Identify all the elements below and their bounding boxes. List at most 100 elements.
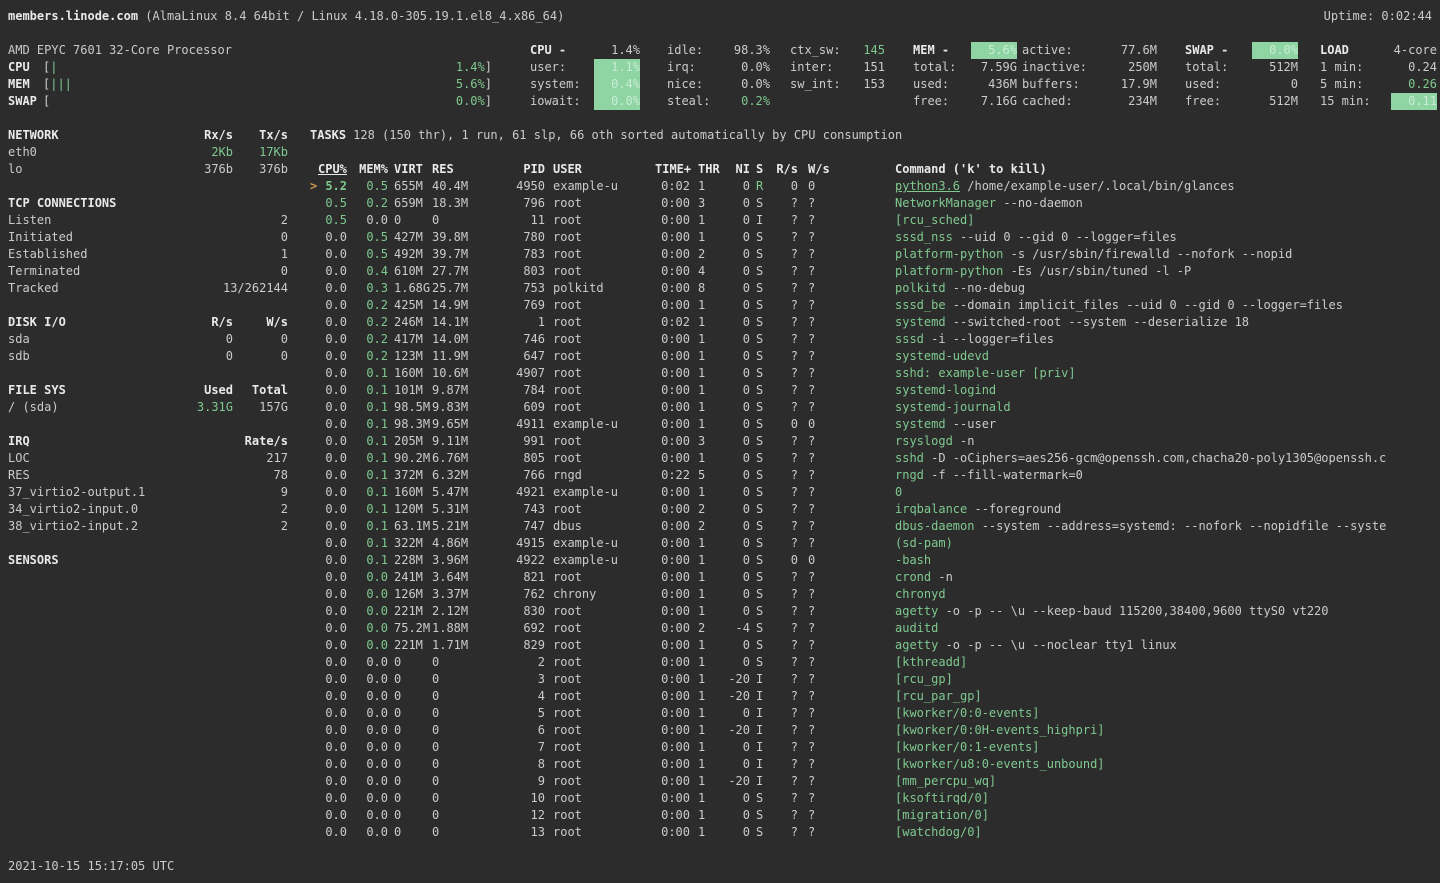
command-name: crond bbox=[895, 569, 931, 586]
cell-virt: 0 bbox=[388, 807, 432, 824]
cell-time: 0:00 bbox=[655, 620, 690, 637]
cell-state: S bbox=[750, 246, 768, 263]
cell-cpu: 0.5 bbox=[318, 195, 347, 212]
cell-state: S bbox=[750, 518, 768, 535]
cell-res: 9.83M bbox=[432, 399, 480, 416]
cell-pid: 829 bbox=[480, 637, 545, 654]
cell-time: 0:00 bbox=[655, 331, 690, 348]
cell-command: crond -n bbox=[826, 569, 1440, 586]
cell-command: NetworkManager --no-daemon bbox=[826, 195, 1440, 212]
cell-virt: 492M bbox=[388, 246, 432, 263]
cell-thr: 1 bbox=[690, 399, 723, 416]
header-4: PID bbox=[480, 161, 545, 178]
cell-cpu: 0.0 bbox=[318, 671, 347, 688]
stat-row: user:1.1% bbox=[530, 59, 640, 76]
cell-time: 0:00 bbox=[655, 705, 690, 722]
cell-pid: 4 bbox=[480, 688, 545, 705]
cell-mem: 0.4 bbox=[347, 263, 388, 280]
stat-row: ctx_sw:145 bbox=[790, 42, 885, 59]
cell-mem: 0.1 bbox=[347, 518, 388, 535]
command-name: sssd_be bbox=[895, 297, 946, 314]
sidebar-row-name: 34_virtio2-input.0 bbox=[8, 501, 173, 518]
cell-rs: ? bbox=[768, 467, 798, 484]
mem-gauge: MEM[|||5.6%] bbox=[8, 76, 492, 93]
cell-user: root bbox=[545, 365, 655, 382]
mem-gauge-label: MEM bbox=[8, 76, 43, 93]
stat-label: 5 min: bbox=[1320, 76, 1363, 93]
cell-rs: ? bbox=[768, 807, 798, 824]
sort-cursor: > bbox=[310, 178, 318, 195]
cell-command: systemd --switched-root --system --deser… bbox=[826, 314, 1440, 331]
cell-mem: 0.5 bbox=[347, 246, 388, 263]
cell-state: I bbox=[750, 671, 768, 688]
cell-mem: 0.1 bbox=[347, 501, 388, 518]
cell-state: S bbox=[750, 484, 768, 501]
cell-ws: ? bbox=[798, 756, 826, 773]
command-name: [kworker/0:0H-events_highpri] bbox=[895, 722, 1105, 739]
cell-ni: 0 bbox=[723, 756, 750, 773]
cell-pid: 753 bbox=[480, 280, 545, 297]
command-args: -i --logger=files bbox=[924, 331, 1054, 348]
cell-virt: 221M bbox=[388, 603, 432, 620]
cell-command: systemd-udevd bbox=[826, 348, 1440, 365]
cell-ni: 0 bbox=[723, 229, 750, 246]
cell-pid: 4911 bbox=[480, 416, 545, 433]
sidebar-row-value1 bbox=[163, 280, 223, 297]
cell-virt: 120M bbox=[388, 501, 432, 518]
cell-command: rsyslogd -n bbox=[826, 433, 1440, 450]
cell-ni: 0 bbox=[723, 212, 750, 229]
sidebar-row: 37_virtio2-output.19 bbox=[8, 484, 288, 501]
cell-ni: -20 bbox=[723, 722, 750, 739]
command-name: sssd bbox=[895, 331, 924, 348]
cell-pid: 9 bbox=[480, 773, 545, 790]
cell-ni: -4 bbox=[723, 620, 750, 637]
cell-command: dbus-daemon --system --address=systemd: … bbox=[826, 518, 1440, 535]
cell-user: root bbox=[545, 433, 655, 450]
cell-res: 0 bbox=[432, 654, 480, 671]
command-args: -n bbox=[931, 569, 953, 586]
sort-cursor bbox=[310, 331, 318, 348]
cell-command: (sd-pam) bbox=[826, 535, 1440, 552]
cell-ni: 0 bbox=[723, 246, 750, 263]
cell-pid: 743 bbox=[480, 501, 545, 518]
cell-ws: ? bbox=[798, 654, 826, 671]
stat-value: 512M bbox=[1269, 59, 1298, 76]
sort-cursor bbox=[310, 229, 318, 246]
cell-mem: 0.1 bbox=[347, 365, 388, 382]
sidebar-section-title: SENSORS bbox=[8, 552, 288, 569]
cell-ws: ? bbox=[798, 518, 826, 535]
section-col1-header: R/s bbox=[173, 314, 233, 331]
stat-label: ctx_sw: bbox=[790, 42, 841, 59]
cell-user: polkitd bbox=[545, 280, 655, 297]
cell-time: 0:00 bbox=[655, 297, 690, 314]
cell-ws: ? bbox=[798, 382, 826, 399]
cell-rs: ? bbox=[768, 671, 798, 688]
cell-pid: 647 bbox=[480, 348, 545, 365]
cell-rs: ? bbox=[768, 620, 798, 637]
process-row: 0.50.2659M18.3M796root0:0030S??NetworkMa… bbox=[310, 195, 1440, 212]
cell-mem: 0.2 bbox=[347, 195, 388, 212]
cell-pid: 803 bbox=[480, 263, 545, 280]
cell-ni: 0 bbox=[723, 195, 750, 212]
cell-state: I bbox=[750, 756, 768, 773]
cell-virt: 0 bbox=[388, 212, 432, 229]
cell-virt: 160M bbox=[388, 484, 432, 501]
sidebar-row-value1: 0 bbox=[173, 348, 233, 365]
cell-command: systemd-journald bbox=[826, 399, 1440, 416]
cell-cpu: 0.0 bbox=[318, 365, 347, 382]
header-cpu-label: CPU% bbox=[318, 161, 347, 178]
section-col2-header: Tx/s bbox=[233, 127, 288, 144]
stat-row: irq:0.0% bbox=[667, 59, 770, 76]
process-row: 0.00.163.1M5.21M747dbus0:0020S??dbus-dae… bbox=[310, 518, 1440, 535]
sidebar-row-value2: 217 bbox=[233, 450, 288, 467]
cell-res: 40.4M bbox=[432, 178, 480, 195]
cell-rs: 0 bbox=[768, 178, 798, 195]
process-row: 0.00.1160M5.47M4921example-u0:0010S??0 bbox=[310, 484, 1440, 501]
stat-label: steal: bbox=[667, 93, 710, 110]
cell-pid: 805 bbox=[480, 450, 545, 467]
command-name: platform-python bbox=[895, 263, 1003, 280]
cell-mem: 0.2 bbox=[347, 314, 388, 331]
sidebar-row-name: Established bbox=[8, 246, 173, 263]
cell-mem: 0.0 bbox=[347, 790, 388, 807]
command-name: auditd bbox=[895, 620, 938, 637]
